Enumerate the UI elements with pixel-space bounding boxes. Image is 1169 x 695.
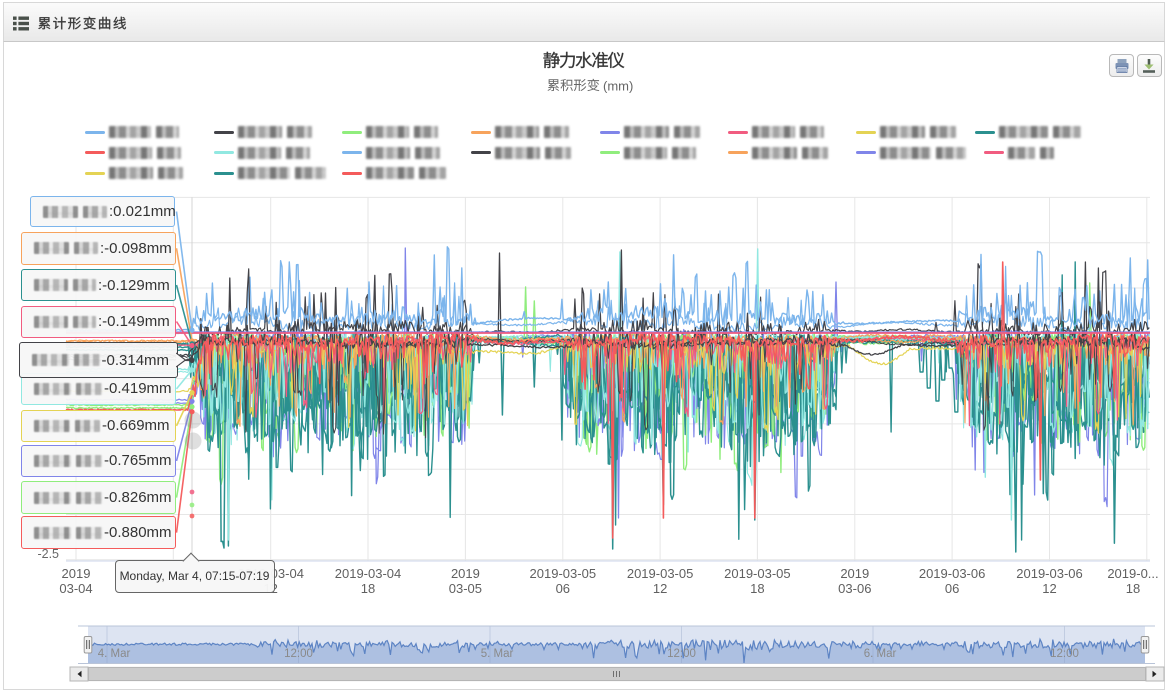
svg-text:06: 06 [945, 581, 959, 596]
svg-text:2019-03-06: 2019-03-06 [1016, 566, 1083, 581]
svg-text:4. Mar: 4. Mar [98, 648, 131, 660]
svg-text:2019: 2019 [840, 566, 869, 581]
svg-text:(mm): (mm) [603, 79, 633, 94]
svg-text:2019: 2019 [451, 566, 480, 581]
svg-text:2019-0...: 2019-0... [1107, 566, 1158, 581]
svg-text:-2.5: -2.5 [37, 547, 59, 561]
svg-text:12:00: 12:00 [667, 648, 696, 660]
svg-text:12:00: 12:00 [284, 648, 313, 660]
svg-text:2019: 2019 [62, 566, 91, 581]
svg-text:2019-03-04: 2019-03-04 [335, 566, 402, 581]
svg-text:03-06: 03-06 [838, 581, 871, 596]
svg-text:2019-03-06: 2019-03-06 [919, 566, 986, 581]
svg-text:6. Mar: 6. Mar [864, 648, 897, 660]
svg-text:12:00: 12:00 [1050, 648, 1079, 660]
svg-text:18: 18 [361, 581, 375, 596]
svg-text:12: 12 [653, 581, 667, 596]
svg-text:2019-03-05: 2019-03-05 [724, 566, 791, 581]
svg-text:06: 06 [556, 581, 570, 596]
svg-text:2019-03-05: 2019-03-05 [627, 566, 694, 581]
svg-text:18: 18 [750, 581, 764, 596]
svg-text:18: 18 [1126, 581, 1140, 596]
svg-text:03-05: 03-05 [449, 581, 482, 596]
svg-text:5. Mar: 5. Mar [481, 648, 514, 660]
svg-text:12: 12 [1042, 581, 1056, 596]
svg-text:03-04: 03-04 [59, 581, 92, 596]
svg-text:2019-03-05: 2019-03-05 [530, 566, 597, 581]
